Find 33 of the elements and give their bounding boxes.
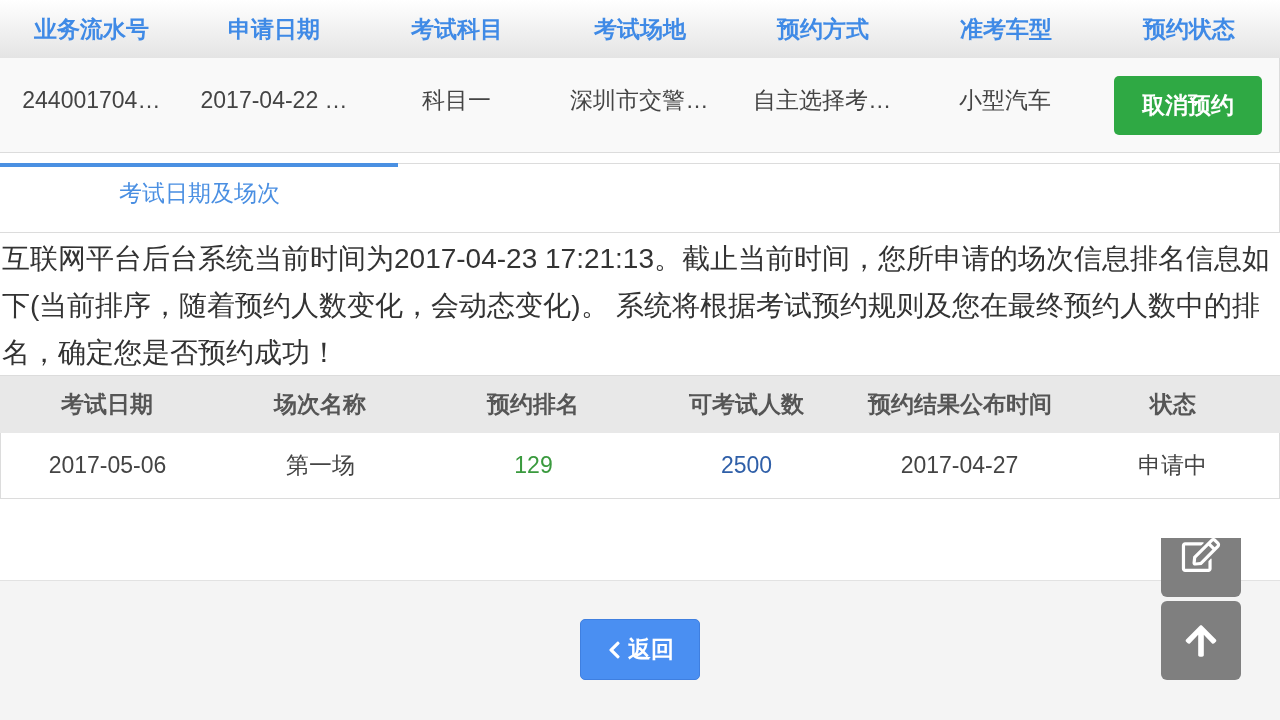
tab[interactable]: 考试日期及场次	[0, 163, 398, 232]
column-header: 可考试人数	[688, 390, 806, 419]
table-cell-text: 2500	[719, 452, 774, 479]
table-cell-text: 申请中	[1137, 451, 1208, 480]
column-header: 考试场地	[593, 14, 687, 44]
table-cell-text: 2017-04-22 …	[199, 86, 349, 114]
table-cell-text: 第一场	[285, 451, 356, 480]
table-cell-text: 自主选择考…	[752, 85, 893, 115]
table-cell-text: 244001704…	[21, 86, 162, 114]
table-cell-text: 2017-04-27	[899, 452, 1020, 479]
table-cell-text: 小型汽车	[957, 85, 1052, 115]
column-header: 考试日期	[59, 390, 154, 419]
back-button[interactable]: 返回	[580, 619, 700, 680]
scroll-top-button[interactable]	[1161, 601, 1241, 680]
column-header: 预约排名	[485, 390, 581, 419]
column-header: 预约方式	[775, 14, 870, 44]
table-cell-text: 129	[513, 452, 554, 479]
column-header: 申请日期	[227, 14, 322, 44]
edit-button[interactable]	[1161, 538, 1241, 597]
column-header: 状态	[1148, 390, 1198, 419]
column-header: 考试科目	[410, 14, 505, 44]
arrow-up-icon	[1183, 622, 1219, 659]
column-header: 准考车型	[958, 14, 1053, 44]
column-header: 场次名称	[272, 390, 367, 419]
edit-icon	[1180, 538, 1222, 572]
notice-text: 互联网平台后台系统当前时间为2017-04-23 17:21:13。截止当前时间，您所申请的场次信息排名信息如下(当前排序，随着预约人数变化，会动态变化)。 系统将根据考试预约规则及您在最终预约人数中的排名，确定您是否预约成功！	[1, 242, 1271, 370]
cancel-booking-button[interactable]: 取消预约	[1113, 75, 1262, 135]
table-cell-text: 科目一	[421, 85, 493, 115]
column-header: 业务流水号	[32, 14, 150, 44]
table-cell-text: 深圳市交警…	[569, 85, 710, 115]
column-header: 预约状态	[1141, 14, 1236, 44]
table-cell-text: 2017-05-06	[47, 452, 168, 479]
column-header: 预约结果公布时间	[866, 390, 1053, 419]
